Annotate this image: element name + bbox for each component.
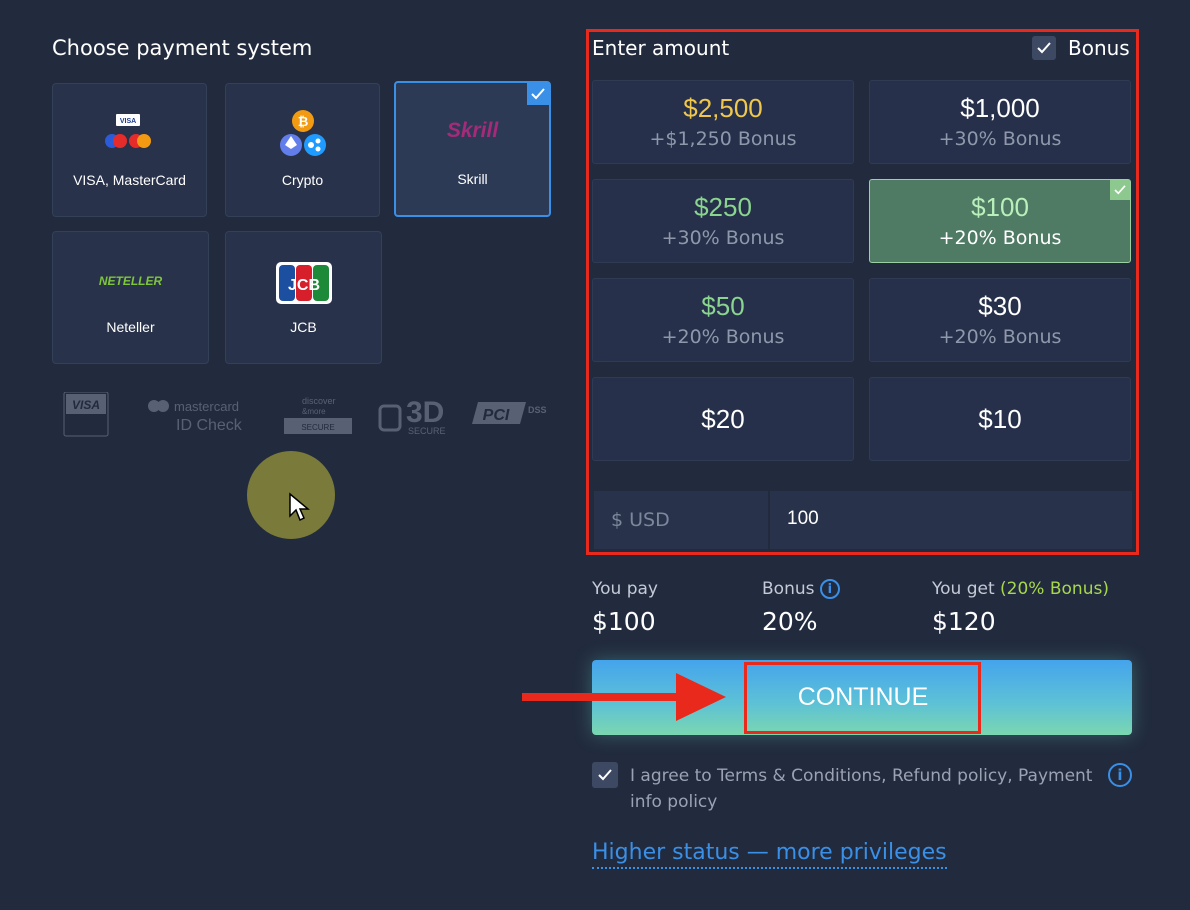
you-get-text: You get	[932, 579, 995, 599]
amount-option-30[interactable]: $30 +20% Bonus	[869, 278, 1131, 362]
you-get-bonus-note: (20% Bonus)	[1000, 579, 1109, 599]
svg-text:VISA: VISA	[119, 118, 135, 125]
bonus-checkbox[interactable]	[1032, 36, 1056, 60]
mouse-pointer-icon	[288, 492, 311, 528]
amount-bonus: +20% Bonus	[661, 326, 785, 348]
amount-value: $250	[694, 192, 752, 222]
svg-text:3D: 3D	[406, 396, 444, 429]
bonus-toggle[interactable]: Bonus	[1032, 36, 1130, 60]
visa-mastercard-icon: VISA	[53, 112, 206, 156]
svg-text:SECURE: SECURE	[301, 423, 334, 432]
payment-section-title: Choose payment system	[52, 36, 313, 60]
amount-value: $50	[701, 291, 745, 321]
svg-text:discover: discover	[302, 396, 336, 406]
pci-dss-logo: PCI DSS	[472, 402, 547, 424]
bonus-summary-label: Bonus i	[762, 579, 840, 599]
3d-secure-logo: 3D SECURE	[378, 396, 446, 436]
payment-method-neteller[interactable]: NETELLER Neteller	[52, 231, 209, 364]
svg-text:₿: ₿	[297, 115, 308, 130]
amount-option-100[interactable]: $100 +20% Bonus	[869, 179, 1131, 263]
neteller-logo: NETELLER	[98, 274, 163, 288]
svg-text:DSS: DSS	[528, 405, 547, 415]
amount-bonus: +20% Bonus	[938, 326, 1062, 348]
amount-value: $1,000	[960, 93, 1040, 123]
amount-value: $10	[978, 404, 1022, 434]
enter-amount-title: Enter amount	[592, 36, 730, 60]
amount-option-50[interactable]: $50 +20% Bonus	[592, 278, 854, 362]
you-get-label: You get (20% Bonus)	[932, 579, 1109, 599]
info-icon[interactable]: i	[819, 579, 840, 599]
svg-text:VISA: VISA	[72, 398, 100, 412]
amount-option-20[interactable]: $20	[592, 377, 854, 461]
you-pay-label: You pay	[592, 579, 658, 599]
selected-check-icon	[527, 83, 549, 105]
red-arrow-icon	[522, 671, 732, 727]
svg-text:JCB: JCB	[287, 277, 319, 294]
discover-secure-logo: discover &more SECURE	[284, 396, 352, 434]
payment-method-skrill[interactable]: Skrill Skrill	[394, 81, 551, 217]
svg-text:ID Check: ID Check	[176, 417, 243, 434]
continue-highlight-box	[744, 662, 981, 734]
higher-status-link[interactable]: Higher status — more privileges	[592, 840, 947, 869]
amount-bonus: +20% Bonus	[938, 227, 1062, 249]
amount-option-2500[interactable]: $2,500 +$1,250 Bonus	[592, 80, 854, 164]
payment-method-label: JCB	[290, 319, 317, 335]
payment-method-label: Skrill	[457, 171, 488, 187]
amount-bonus: +30% Bonus	[938, 128, 1062, 150]
security-logos: VISA mastercard ID Check discover &more …	[62, 392, 552, 438]
you-pay-value: $100	[592, 607, 656, 636]
amount-option-10[interactable]: $10	[869, 377, 1131, 461]
mastercard-id-check-logo: mastercard ID Check	[148, 399, 243, 434]
visa-secure-logo: VISA	[63, 392, 109, 437]
bonus-summary-value: 20%	[762, 607, 818, 636]
payment-method-visa-mastercard[interactable]: VISA VISA, MasterCard	[52, 83, 207, 217]
jcb-logo: JCB	[226, 262, 381, 304]
bonus-label: Bonus	[1068, 36, 1130, 60]
terms-info-icon[interactable]: i	[1108, 763, 1132, 787]
currency-label: $ USD	[594, 491, 768, 549]
svg-text:mastercard: mastercard	[174, 399, 239, 414]
amount-input[interactable]: 100	[770, 491, 1132, 549]
svg-text:PCI: PCI	[483, 407, 510, 424]
payment-method-label: VISA, MasterCard	[73, 172, 186, 188]
amount-bonus: +$1,250 Bonus	[649, 128, 797, 150]
terms-checkbox[interactable]	[592, 762, 618, 788]
payment-method-label: Neteller	[106, 319, 155, 335]
payment-method-jcb[interactable]: JCB JCB	[225, 231, 382, 364]
selected-check-icon	[1110, 180, 1130, 200]
skrill-logo: Skrill	[446, 119, 499, 142]
amount-value: $100	[971, 192, 1029, 222]
amount-value: $2,500	[683, 93, 763, 123]
amount-option-1000[interactable]: $1,000 +30% Bonus	[869, 80, 1131, 164]
amount-option-250[interactable]: $250 +30% Bonus	[592, 179, 854, 263]
bonus-summary-text: Bonus	[762, 579, 815, 599]
svg-text:&more: &more	[302, 407, 326, 416]
payment-method-label: Crypto	[281, 172, 324, 188]
amount-value: $20	[701, 404, 745, 434]
crypto-icon: ₿	[226, 108, 379, 158]
svg-text:SECURE: SECURE	[408, 426, 446, 436]
terms-text[interactable]: I agree to Terms & Conditions, Refund po…	[630, 763, 1100, 815]
payment-method-crypto[interactable]: ₿ Crypto	[225, 83, 380, 217]
amount-bonus: +30% Bonus	[661, 227, 785, 249]
amount-value: $30	[978, 291, 1022, 321]
you-get-value: $120	[932, 607, 996, 636]
